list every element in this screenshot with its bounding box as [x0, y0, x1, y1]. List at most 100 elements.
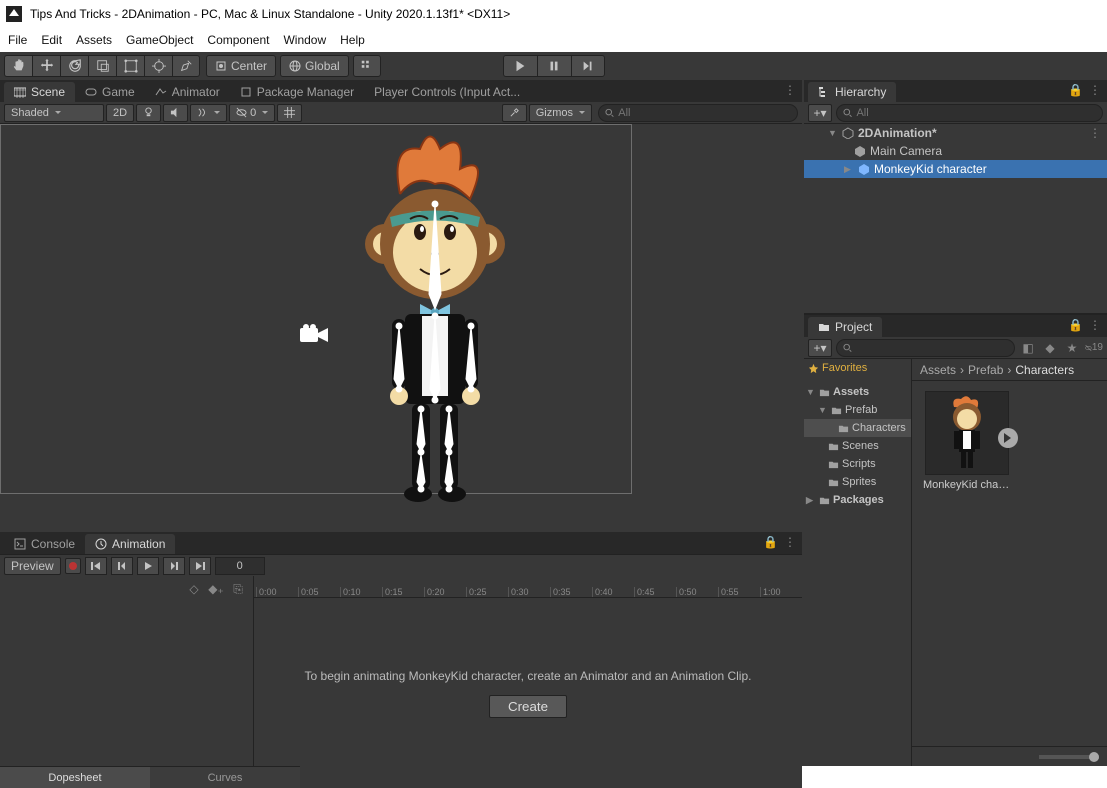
- hierarchy-search[interactable]: [836, 104, 1103, 122]
- filter-type-button[interactable]: ◧: [1019, 339, 1037, 357]
- prev-keyframe-button[interactable]: [111, 557, 133, 575]
- shading-mode-dropdown[interactable]: Shaded: [4, 104, 104, 122]
- crumb-assets[interactable]: Assets: [920, 363, 956, 377]
- play-anim-button[interactable]: [137, 557, 159, 575]
- crumb-characters[interactable]: Characters: [1015, 363, 1074, 377]
- animation-icon: [95, 538, 107, 550]
- project-search-input[interactable]: [856, 342, 1008, 354]
- preview-button[interactable]: Preview: [4, 557, 61, 575]
- hidden-packages-button[interactable]: 19: [1085, 339, 1103, 357]
- lock-icon[interactable]: 🔒: [1068, 83, 1083, 97]
- search-icon: [843, 108, 852, 118]
- lock-icon[interactable]: 🔒: [763, 535, 778, 549]
- step-button[interactable]: [571, 55, 605, 77]
- crumb-prefab[interactable]: Prefab: [968, 363, 1003, 377]
- tab-project[interactable]: Project: [808, 317, 882, 337]
- create-asset-button[interactable]: +▾: [808, 339, 832, 357]
- frame-input[interactable]: [215, 557, 265, 575]
- folder-icon: [838, 423, 849, 434]
- pivot-rotation-button[interactable]: Global: [280, 55, 349, 77]
- asset-monkeykid[interactable]: MonkeyKid chara...: [922, 391, 1012, 491]
- audio-toggle-button[interactable]: [163, 104, 188, 122]
- animation-hint-text: To begin animating MonkeyKid character, …: [305, 669, 752, 683]
- scene-viewport[interactable]: [0, 124, 802, 532]
- menu-window[interactable]: Window: [283, 33, 326, 47]
- tab-input-actions[interactable]: Player Controls (Input Act...: [364, 82, 530, 102]
- main-toolbar: Center Global: [0, 52, 1107, 80]
- tab-hierarchy[interactable]: Hierarchy: [808, 82, 896, 102]
- menu-assets[interactable]: Assets: [76, 33, 112, 47]
- hidden-objects-button[interactable]: 0: [229, 104, 275, 122]
- tab-scene[interactable]: Scene: [4, 82, 75, 102]
- lock-icon[interactable]: 🔒: [1068, 318, 1083, 332]
- tab-context-icon[interactable]: ⋮: [784, 535, 796, 549]
- play-preview-button[interactable]: [998, 428, 1018, 448]
- save-search-button[interactable]: ★: [1063, 339, 1081, 357]
- menu-gameobject[interactable]: GameObject: [126, 33, 193, 47]
- scale-tool-button[interactable]: [88, 55, 116, 77]
- add-event-button[interactable]: ◆₊: [207, 580, 225, 598]
- tab-game[interactable]: Game: [75, 82, 145, 102]
- tab-context-icon[interactable]: ⋮: [784, 83, 796, 97]
- scene-search-input[interactable]: [618, 107, 791, 119]
- characters-folder[interactable]: Characters: [804, 419, 911, 437]
- gameobject-monkeykid[interactable]: ▶ MonkeyKid character: [804, 160, 1107, 178]
- timeline-ruler[interactable]: 0:000:050:100:150:200:250:300:350:400:45…: [254, 576, 802, 598]
- tab-context-icon[interactable]: ⋮: [1089, 83, 1101, 97]
- gizmos-dropdown[interactable]: Gizmos: [529, 104, 592, 122]
- dopesheet-tab[interactable]: Dopesheet: [0, 767, 150, 788]
- game-icon: [85, 86, 97, 98]
- create-button[interactable]: +▾: [808, 104, 832, 122]
- menu-component[interactable]: Component: [207, 33, 269, 47]
- grid-icon: [284, 107, 295, 118]
- camera-settings-button[interactable]: [502, 104, 527, 122]
- snap-button[interactable]: [353, 55, 381, 77]
- lighting-toggle-button[interactable]: [136, 104, 161, 122]
- play-button[interactable]: [503, 55, 537, 77]
- tab-context-icon[interactable]: ⋮: [1089, 318, 1101, 332]
- pivot-mode-button[interactable]: Center: [206, 55, 276, 77]
- rotate-tool-button[interactable]: [60, 55, 88, 77]
- tab-package-manager[interactable]: Package Manager: [230, 82, 364, 102]
- create-animation-button[interactable]: Create: [489, 695, 567, 718]
- scene-search[interactable]: [598, 104, 798, 122]
- hierarchy-search-input[interactable]: [856, 107, 1096, 119]
- curves-tab[interactable]: Curves: [150, 767, 300, 788]
- move-tool-button[interactable]: [32, 55, 60, 77]
- favorites-row[interactable]: Favorites: [804, 359, 911, 377]
- record-button[interactable]: [65, 558, 81, 574]
- gameobject-camera[interactable]: Main Camera: [804, 142, 1107, 160]
- custom-tool-button[interactable]: [172, 55, 200, 77]
- scene-tabstrip: Scene Game Animator Package Manager Play…: [0, 80, 802, 102]
- prefab-folder[interactable]: ▼Prefab: [804, 401, 911, 419]
- first-keyframe-button[interactable]: [85, 557, 107, 575]
- last-keyframe-button[interactable]: [189, 557, 211, 575]
- tab-console[interactable]: Console: [4, 534, 85, 554]
- menu-file[interactable]: File: [8, 33, 27, 47]
- assets-folder[interactable]: ▼Assets: [804, 383, 911, 401]
- next-keyframe-button[interactable]: [163, 557, 185, 575]
- scene-row[interactable]: ▼ 2DAnimation* ⋮: [804, 124, 1107, 142]
- tab-animation[interactable]: Animation: [85, 534, 175, 554]
- fx-toggle-button[interactable]: [190, 104, 227, 122]
- menu-edit[interactable]: Edit: [41, 33, 62, 47]
- thumbnail-size-slider[interactable]: [1039, 755, 1099, 759]
- rect-tool-button[interactable]: [116, 55, 144, 77]
- transform-tool-button[interactable]: [144, 55, 172, 77]
- context-icon[interactable]: ⋮: [1089, 126, 1101, 140]
- packages-folder[interactable]: ▶Packages: [804, 491, 911, 509]
- scripts-folder[interactable]: Scripts: [804, 455, 911, 473]
- hand-tool-button[interactable]: [4, 55, 32, 77]
- project-search[interactable]: [836, 339, 1015, 357]
- sprites-folder[interactable]: Sprites: [804, 473, 911, 491]
- add-keyframe-button[interactable]: ◇: [185, 580, 203, 598]
- filter-button[interactable]: ⎘: [229, 580, 247, 598]
- pause-button[interactable]: [537, 55, 571, 77]
- tab-animator[interactable]: Animator: [145, 82, 230, 102]
- grid-toggle-button[interactable]: [277, 104, 302, 122]
- filter-label-button[interactable]: ◆: [1041, 339, 1059, 357]
- 2d-toggle-button[interactable]: 2D: [106, 104, 134, 122]
- menu-help[interactable]: Help: [340, 33, 365, 47]
- scenes-folder[interactable]: Scenes: [804, 437, 911, 455]
- character-sprite[interactable]: [340, 134, 530, 532]
